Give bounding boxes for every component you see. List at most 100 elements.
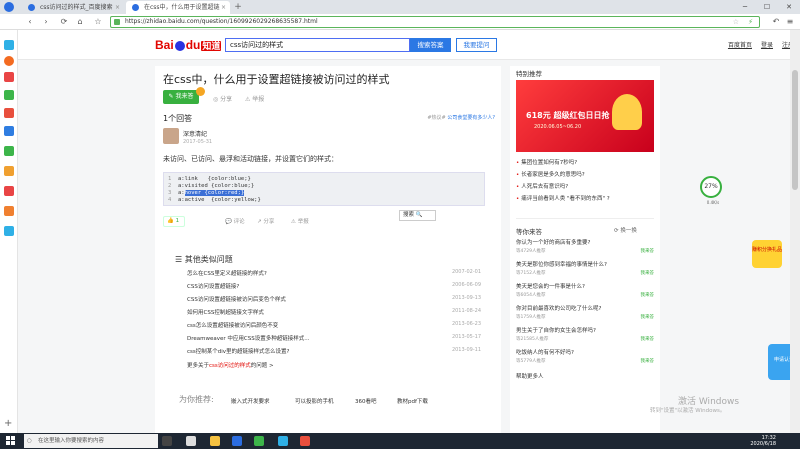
sidebar-icon-2[interactable] <box>4 56 14 66</box>
tab-search[interactable]: css访问过的样式_百度搜索 × <box>22 1 124 14</box>
recommend-item[interactable]: 教材pdf下载 <box>397 397 428 405</box>
windows-start-icon[interactable] <box>6 436 16 446</box>
mic-icon[interactable] <box>162 436 172 446</box>
help-more-link[interactable]: 帮助更多人 <box>516 372 544 380</box>
answer-link[interactable]: 我来答 <box>641 336 655 342</box>
link-login[interactable]: 登录 <box>761 40 773 49</box>
answer-link[interactable]: 我来答 <box>641 292 655 298</box>
ad-banner[interactable]: 618元 超级红包日日抢 2020.06.05~06.20 <box>516 80 654 152</box>
bookmark-icon[interactable]: ☆ <box>92 16 104 28</box>
avatar[interactable] <box>163 128 179 144</box>
recommend-item[interactable]: 嵌入式开发要求 <box>231 397 270 405</box>
sidebar-icon-4[interactable] <box>4 90 14 100</box>
related-prefix: #热议# <box>427 115 446 121</box>
sidebar-icon-9[interactable] <box>4 186 14 196</box>
sidebar-icon-10[interactable] <box>4 206 14 216</box>
browser-icon[interactable] <box>254 436 264 446</box>
lightning-icon[interactable]: ⚡ <box>748 17 753 27</box>
wait-question[interactable]: 你对目前最喜欢的公司吃了什么呢? <box>516 304 601 312</box>
search-button[interactable]: 搜索答案 <box>410 38 451 52</box>
answer-link[interactable]: 我来答 <box>641 248 655 254</box>
list-item[interactable]: 怎么在CSS里定义超链接的样式? 2007-02-01 <box>187 269 487 279</box>
link-baidu-home[interactable]: 百度首页 <box>728 40 752 49</box>
close-icon[interactable]: × <box>221 1 226 14</box>
address-bar[interactable]: https://zhidao.baidu.com/question/160992… <box>110 16 760 28</box>
list-item[interactable]: CSS访问设置超链接被访问后变色个样式 2013-09-13 <box>187 295 487 305</box>
wait-question[interactable]: 吃饭纳人的有何不好吗? <box>516 348 574 356</box>
wait-question[interactable]: 美天是那位你感到幸福的事情是什么? <box>516 260 607 268</box>
answer-count: 1个回答 <box>163 114 193 123</box>
list-item[interactable]: Dreamweaver 中应用CSS设置多种超链接样式... 2013-05-17 <box>187 334 487 344</box>
related-link[interactable]: 公司食堂要有多少人? <box>447 115 495 121</box>
back-arrow-icon[interactable]: ‹ <box>24 16 36 28</box>
store-icon[interactable] <box>232 436 242 446</box>
points-badge[interactable]: 赚积分换礼品 <box>752 240 782 268</box>
tab-question[interactable]: 在css中，什么用于设置超链接被... × <box>126 1 230 24</box>
answer-link[interactable]: 我来答 <box>641 358 655 364</box>
sidebar-icon-11[interactable] <box>4 226 14 236</box>
taskbar-search[interactable]: ○ 在这里输入你要搜索的内容 <box>24 434 158 448</box>
share-link[interactable]: ◎ 分享 <box>213 94 232 103</box>
answer-link[interactable]: 我来答 <box>641 314 655 320</box>
like-button[interactable]: 👍 1 <box>163 216 185 227</box>
refresh-icon[interactable]: ⟳ <box>58 16 70 28</box>
maximize-button[interactable]: ☐ <box>756 0 778 14</box>
baidu-logo[interactable]: Bai du 知道 <box>155 38 222 52</box>
hot-question[interactable]: 痛评当前看到人类 "看不到的东西" ? <box>516 194 609 202</box>
answer-text: 未访问、已访问、悬浮和活动链接，并设置它们的样式： <box>163 155 338 163</box>
recommend-item[interactable]: 360看吧 <box>355 397 377 405</box>
answer-share-link[interactable]: ↗ 分享 <box>257 217 274 225</box>
sidebar-icon-5[interactable] <box>4 108 14 118</box>
list-item[interactable]: css控制某个div里的超链接样式怎么设置? 2013-09-11 <box>187 347 487 357</box>
file-explorer-icon[interactable] <box>210 436 220 446</box>
header-links: 百度首页 登录 注册 <box>728 40 794 49</box>
hot-question[interactable]: 集团位置如何有7秒吗? <box>516 158 577 166</box>
hot-question[interactable]: 人死后去有意识吗? <box>516 182 568 190</box>
recommend-title: 为你推荐: <box>179 395 214 404</box>
wait-question[interactable]: 男生关于了自你的女生会怎样吗? <box>516 326 596 334</box>
network-speed-widget[interactable]: 27% <box>700 176 722 198</box>
new-tab-button[interactable]: + <box>232 1 244 13</box>
answer-link[interactable]: 我来答 <box>641 270 655 276</box>
wait-question[interactable]: 你认为一个好的商店有多重要? <box>516 238 590 246</box>
sidebar-icon-8[interactable] <box>4 166 14 176</box>
star-icon[interactable]: ☆ <box>733 17 739 27</box>
menu-icon[interactable]: ≡ <box>784 16 796 28</box>
list-item[interactable]: css怎么设置超链接被访问后颜色不变 2013-06-23 <box>187 321 487 331</box>
author-name[interactable]: 深意清纪 <box>183 129 207 138</box>
answer-report-link[interactable]: ⚠ 举报 <box>291 217 309 225</box>
more-similar-link[interactable]: 更多关于css访问过的样式的问题 > <box>187 361 274 369</box>
mascot-icon <box>612 94 642 130</box>
system-clock[interactable]: 17:32 2020/6/18 <box>750 435 776 447</box>
app-icon[interactable] <box>278 436 288 446</box>
window-close-button[interactable]: ✕ <box>778 0 800 14</box>
sidebar-icon-7[interactable] <box>4 146 14 156</box>
selection-search-popup[interactable]: 搜索 🔍 <box>399 210 436 221</box>
ask-button[interactable]: 我要提问 <box>456 38 497 52</box>
sidebar-icon-1[interactable] <box>4 40 14 50</box>
list-item[interactable]: CSS访问设置超链接? 2006-06-09 <box>187 282 487 292</box>
forward-arrow-icon[interactable]: › <box>40 16 52 28</box>
search-input[interactable]: css访问过的样式 <box>225 38 410 52</box>
close-icon[interactable]: × <box>115 1 120 14</box>
recommend-item[interactable]: 可以投影的手机 <box>295 397 334 405</box>
taskbar-search-placeholder: 在这里输入你要搜索的内容 <box>38 438 105 444</box>
answer-button[interactable]: ✎ 我来答 <box>163 90 199 104</box>
sidebar-icon-6[interactable] <box>4 126 14 136</box>
wait-question[interactable]: 美天是您会的一件事是什么? <box>516 282 585 290</box>
tab-search-label: css访问过的样式_百度搜索 <box>40 4 113 11</box>
refresh-link[interactable]: ⟳ 换一换 <box>614 226 637 234</box>
minimize-button[interactable]: ─ <box>734 0 756 14</box>
report-link[interactable]: ⚠ 举报 <box>245 94 264 103</box>
undo-icon[interactable]: ↶ <box>770 16 782 28</box>
hot-question[interactable]: 长者家居是多久的意思吗? <box>516 170 584 178</box>
add-icon[interactable]: + <box>4 418 12 429</box>
app-icon-2[interactable] <box>300 436 310 446</box>
sidebar-icon-3[interactable] <box>4 72 14 82</box>
list-item[interactable]: 如何用CSS控制超链接文字样式 2011-08-24 <box>187 308 487 318</box>
comment-link[interactable]: 💬 评论 <box>225 217 245 225</box>
scrollbar-thumb[interactable] <box>792 70 798 190</box>
home-icon[interactable]: ⌂ <box>74 16 86 28</box>
task-view-icon[interactable] <box>186 436 196 446</box>
scrollbar[interactable] <box>790 30 800 433</box>
